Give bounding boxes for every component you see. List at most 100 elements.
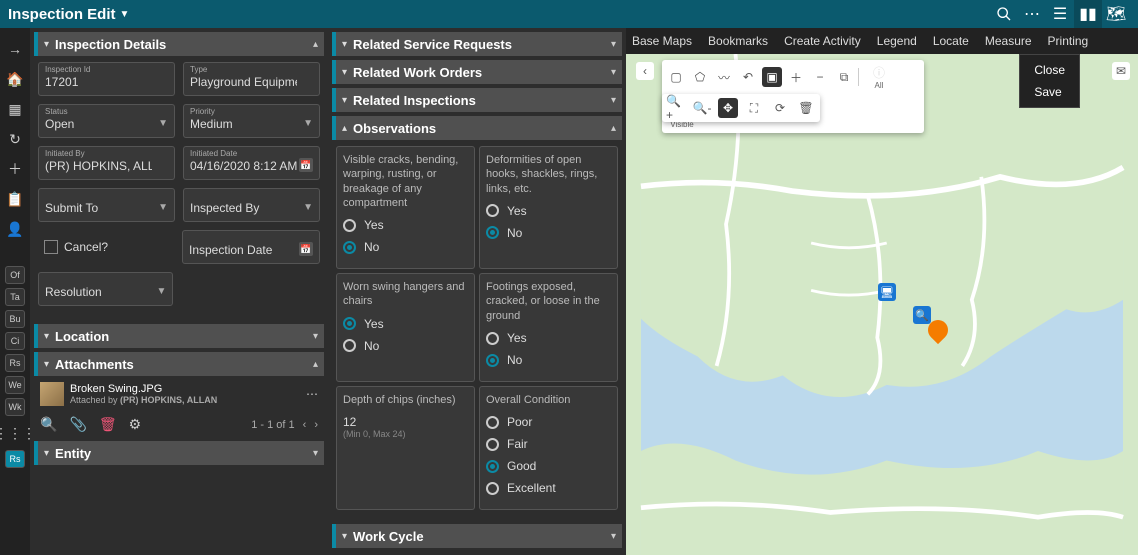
- tool-label-all[interactable]: All: [863, 81, 895, 90]
- section-header-wc[interactable]: ▾ Work Cycle ▾: [332, 524, 622, 548]
- obs-depth[interactable]: Depth of chips (inches) 12 (Min 0, Max 2…: [336, 386, 475, 510]
- map-envelope-button[interactable]: ✉: [1112, 62, 1130, 80]
- initiated-by-field[interactable]: Initiated By (PR) HOPKINS, ALLAN: [38, 146, 175, 180]
- collapse-icon[interactable]: ▴: [313, 359, 318, 370]
- collapse-icon[interactable]: ▾: [313, 448, 318, 459]
- tool-polygon-icon[interactable]: ⬠: [690, 67, 710, 87]
- obs-q2-no[interactable]: No: [486, 226, 611, 240]
- map-back-button[interactable]: ‹: [636, 62, 654, 80]
- tool-copy-icon[interactable]: ⧉: [834, 67, 854, 87]
- section-header-details[interactable]: ▾ Inspection Details ▴: [34, 32, 324, 56]
- attach-icon[interactable]: 📎: [69, 416, 86, 433]
- obs-q3-no[interactable]: No: [343, 339, 468, 353]
- section-header-rwo[interactable]: ▾ Related Work Orders ▾: [332, 60, 622, 84]
- nav-shortcut-wk[interactable]: Wk: [5, 398, 25, 416]
- inspection-id-field[interactable]: Inspection Id 17201: [38, 62, 175, 96]
- settings-icon[interactable]: ⚙: [129, 416, 142, 433]
- trash-icon[interactable]: 🗑: [796, 98, 816, 118]
- pager-prev[interactable]: ‹: [303, 419, 307, 431]
- tool-add-icon[interactable]: ＋: [786, 67, 806, 87]
- nav-back-icon[interactable]: →: [4, 38, 26, 60]
- title-dropdown-caret[interactable]: ▼: [120, 9, 130, 20]
- section-header-ri[interactable]: ▾ Related Inspections ▾: [332, 88, 622, 112]
- inspection-date-field[interactable]: Inspection Date 📅: [182, 230, 320, 264]
- split-view-icon[interactable]: ▮▮: [1074, 0, 1102, 28]
- attachment-row[interactable]: Broken Swing.JPG Attached by (PR) HOPKIN…: [34, 376, 324, 412]
- nav-shortcut-ta[interactable]: Ta: [5, 288, 25, 306]
- nav-shortcut-bu[interactable]: Bu: [5, 310, 25, 328]
- cond-poor[interactable]: Poor: [486, 415, 611, 429]
- status-field[interactable]: Status Open ▼: [38, 104, 175, 138]
- cond-fair[interactable]: Fair: [486, 437, 611, 451]
- submit-to-field[interactable]: Submit To ▼: [38, 188, 175, 222]
- collapse-icon[interactable]: ▾: [611, 39, 616, 50]
- map-tab-legend[interactable]: Legend: [877, 34, 917, 48]
- tool-rectangle-icon[interactable]: ▢: [666, 67, 686, 87]
- map-tab-measure[interactable]: Measure: [985, 34, 1032, 48]
- resolution-field[interactable]: Resolution ▼: [38, 272, 173, 306]
- cond-good[interactable]: Good: [486, 459, 611, 473]
- nav-apps-icon[interactable]: ⋮⋮⋮: [4, 422, 26, 444]
- nav-shortcut-we[interactable]: We: [5, 376, 25, 394]
- priority-field[interactable]: Priority Medium ▼: [183, 104, 320, 138]
- calendar-icon[interactable]: 📅: [299, 158, 313, 172]
- nav-add-icon[interactable]: ＋: [4, 158, 26, 180]
- nav-org-icon[interactable]: ▦: [4, 98, 26, 120]
- cond-excellent[interactable]: Excellent: [486, 481, 611, 495]
- nav-history-icon[interactable]: ↻: [4, 128, 26, 150]
- inspected-by-field[interactable]: Inspected By ▼: [183, 188, 320, 222]
- map-tab-basemaps[interactable]: Base Maps: [632, 34, 692, 48]
- cancel-checkbox[interactable]: [44, 240, 58, 254]
- map-view-icon[interactable]: 🗺: [1102, 0, 1130, 28]
- nav-shortcut-of[interactable]: Of: [5, 266, 25, 284]
- pan-icon[interactable]: ✥: [718, 98, 738, 118]
- tool-line-icon[interactable]: 〰: [714, 67, 734, 87]
- obs-q3-yes[interactable]: Yes: [343, 317, 468, 331]
- list-view-icon[interactable]: ☰: [1046, 0, 1074, 28]
- tool-remove-icon[interactable]: −: [810, 67, 830, 87]
- nav-user-icon[interactable]: 👤: [4, 218, 26, 240]
- obs-q1-no[interactable]: No: [343, 240, 468, 254]
- section-header-obs[interactable]: ▴ Observations ▴: [332, 116, 622, 140]
- section-header-location[interactable]: ▾ Location ▾: [34, 324, 324, 348]
- menu-save[interactable]: Save: [1020, 81, 1079, 103]
- map-tab-createactivity[interactable]: Create Activity: [784, 34, 861, 48]
- section-header-attachments[interactable]: ▾ Attachments ▴: [34, 352, 324, 376]
- zoom-out-icon[interactable]: 🔍-: [692, 98, 712, 118]
- menu-close[interactable]: Close: [1020, 59, 1079, 81]
- zoom-in-icon[interactable]: 🔍+: [666, 98, 686, 118]
- collapse-icon[interactable]: ▴: [313, 39, 318, 50]
- search-icon[interactable]: [990, 0, 1018, 28]
- more-icon[interactable]: ⋯: [1018, 0, 1046, 28]
- tool-select-icon[interactable]: ▣: [762, 67, 782, 87]
- collapse-icon[interactable]: ▴: [611, 123, 616, 134]
- obs-q1-yes[interactable]: Yes: [343, 218, 468, 232]
- more-icon[interactable]: ⋯: [306, 387, 318, 401]
- search-icon[interactable]: 🔍: [40, 416, 57, 433]
- nav-home-icon[interactable]: 🏠: [4, 68, 26, 90]
- obs-q4-no[interactable]: No: [486, 353, 611, 367]
- map-marker-search[interactable]: 🔍: [913, 306, 931, 324]
- section-header-entity[interactable]: ▾ Entity ▾: [34, 441, 324, 465]
- map-tab-printing[interactable]: Printing: [1048, 34, 1089, 48]
- nav-shortcut-ci[interactable]: Ci: [5, 332, 25, 350]
- tool-undo-icon[interactable]: ↶: [738, 67, 758, 87]
- extent-icon[interactable]: ⛶: [744, 98, 764, 118]
- collapse-icon[interactable]: ▾: [611, 95, 616, 106]
- map-tab-bookmarks[interactable]: Bookmarks: [708, 34, 768, 48]
- section-header-rsr[interactable]: ▾ Related Service Requests ▾: [332, 32, 622, 56]
- nav-clipboard-icon[interactable]: 📋: [4, 188, 26, 210]
- initiated-date-field[interactable]: Initiated Date 04/16/2020 8:12 AM 📅: [183, 146, 320, 180]
- obs-q4-yes[interactable]: Yes: [486, 331, 611, 345]
- pager-next[interactable]: ›: [314, 419, 318, 431]
- refresh-icon[interactable]: ⟳: [770, 98, 790, 118]
- collapse-icon[interactable]: ▾: [611, 67, 616, 78]
- map-marker-monitor[interactable]: 🖥: [878, 283, 896, 301]
- type-field[interactable]: Type Playground Equipment: [183, 62, 320, 96]
- obs-q2-yes[interactable]: Yes: [486, 204, 611, 218]
- delete-icon[interactable]: 🗑: [99, 416, 117, 433]
- nav-shortcut-rs2[interactable]: Rs: [5, 450, 25, 468]
- collapse-icon[interactable]: ▾: [611, 531, 616, 542]
- calendar-icon[interactable]: 📅: [299, 242, 313, 256]
- collapse-icon[interactable]: ▾: [313, 331, 318, 342]
